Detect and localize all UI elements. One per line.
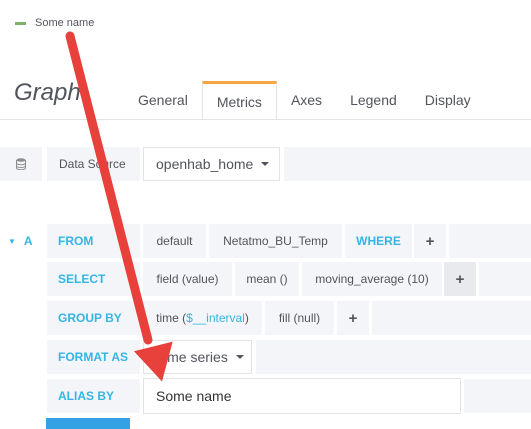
annotation-arrow <box>65 31 173 382</box>
